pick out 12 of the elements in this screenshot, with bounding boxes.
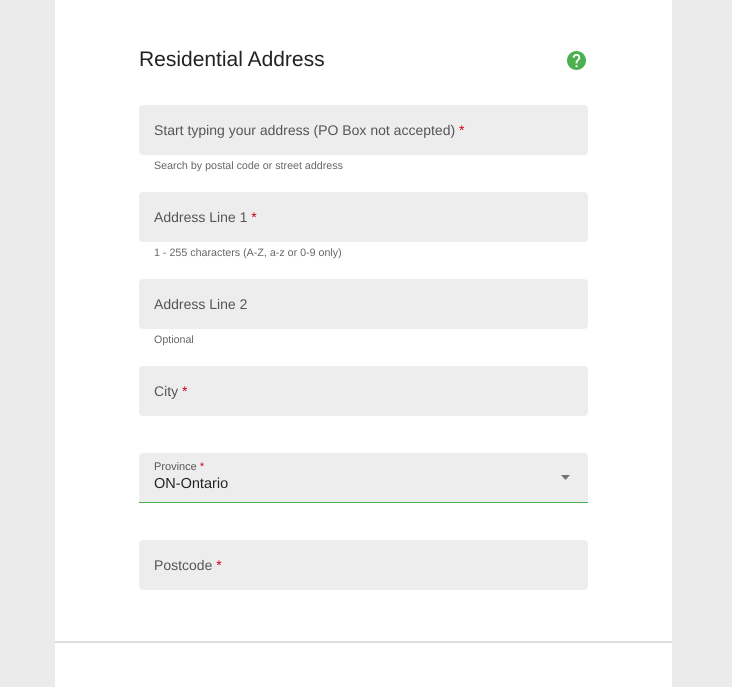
help-icon[interactable]	[567, 50, 586, 70]
section-title: Residential Address	[139, 47, 325, 73]
text-field[interactable]: Postcode *	[139, 540, 588, 590]
text-field[interactable]: Address Line 1 *	[139, 192, 588, 242]
text-field[interactable]: Address Line 2	[139, 279, 588, 329]
dropdown-caret-icon	[561, 475, 570, 480]
helper-text: 1 - 255 characters (A-Z, a-z or 0-9 only)	[154, 247, 342, 260]
text-field[interactable]: Start typing your address (PO Box not accepted) *	[139, 105, 588, 155]
helper-text: Search by postal code or street address	[154, 160, 343, 173]
dropdown-field[interactable]: Province * ON-Ontario	[139, 453, 588, 503]
helper-text: Optional	[154, 334, 194, 347]
text-field[interactable]: City *	[139, 366, 588, 416]
